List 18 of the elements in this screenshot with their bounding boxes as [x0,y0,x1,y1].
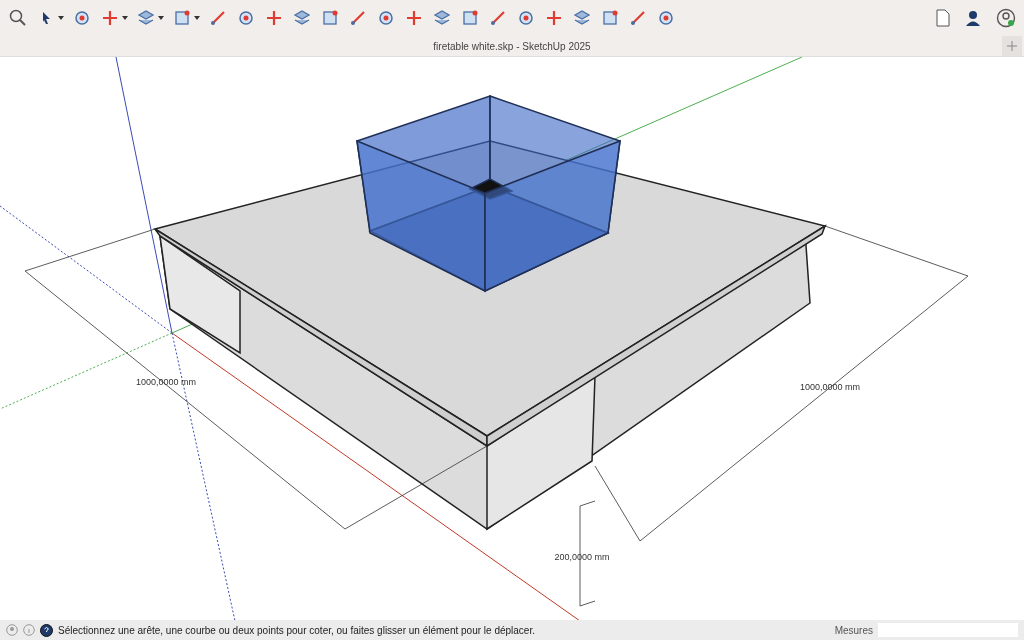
caret-icon[interactable] [158,16,164,20]
target-icon[interactable] [376,8,396,28]
window-title: firetable white.skp - SketchUp 2025 [433,40,591,52]
dimension-label: 200,0000 mm [554,552,610,562]
plus-icon [1007,41,1017,51]
status-message: Sélectionnez une arête, une courbe ou deux points pour coter, ou faites glisser un élément pour le déplacer. [58,624,536,636]
measurements-label: Mesures [834,624,873,636]
caret-icon[interactable] [58,16,64,20]
user-icon[interactable] [964,9,982,27]
dimension-label: 1000,0000 mm [136,377,196,387]
help-icon[interactable] [40,623,53,637]
account-icon[interactable] [996,8,1016,28]
rectangle-icon[interactable] [172,8,192,28]
document-icon[interactable] [936,9,950,27]
search-icon[interactable] [8,8,28,28]
dimension-label: 1000,0000 mm [800,382,860,392]
caret-icon[interactable] [194,16,200,20]
caret-icon[interactable] [122,16,128,20]
